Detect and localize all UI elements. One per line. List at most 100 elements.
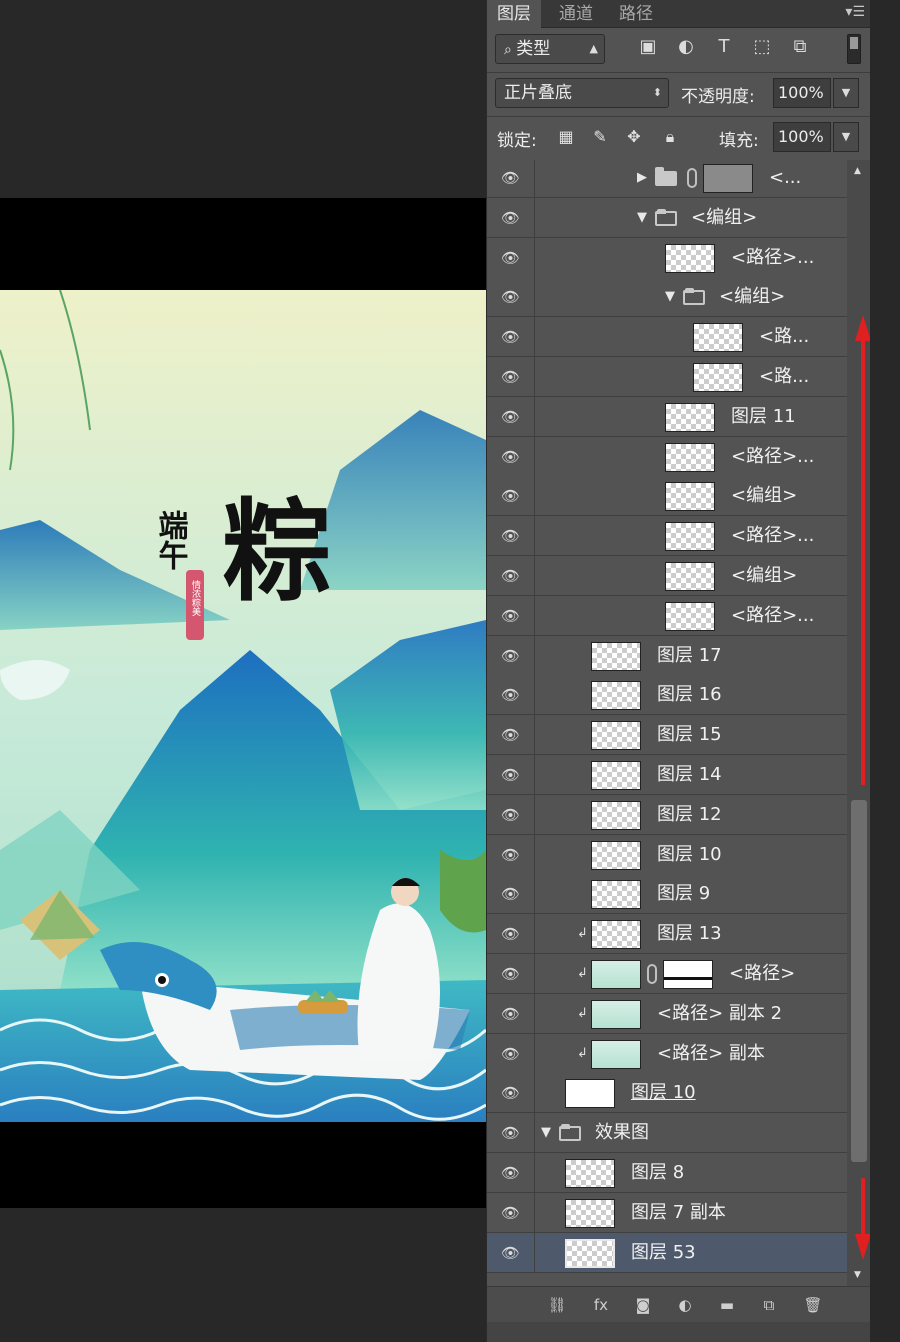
lock-all-icon[interactable]: 🔒︎ xyxy=(659,126,681,148)
layer-row[interactable]: 👁︎ <路径>... xyxy=(487,595,847,636)
blend-mode-select[interactable]: 正片叠底 ⬍ xyxy=(495,78,669,108)
visibility-eye-icon[interactable]: 👁︎ xyxy=(487,874,535,915)
lock-image-pixels-icon[interactable]: ✎ xyxy=(589,126,611,148)
layer-name[interactable]: <路... xyxy=(759,317,809,357)
layer-row[interactable]: 👁︎ <编组> xyxy=(487,476,847,517)
layer-name[interactable]: <路径> 副本 2 xyxy=(657,994,782,1034)
link-layers-icon[interactable]: ⛓ xyxy=(545,1293,569,1317)
layer-thumbnail[interactable] xyxy=(591,721,641,751)
layer-thumbnail[interactable] xyxy=(665,522,715,552)
layer-name[interactable]: 图层 7 副本 xyxy=(631,1193,726,1233)
visibility-eye-icon[interactable]: 👁︎ xyxy=(487,675,535,716)
layer-name[interactable]: <路径>... xyxy=(731,238,814,278)
visibility-eye-icon[interactable]: 👁︎ xyxy=(487,237,535,278)
layer-thumbnail[interactable] xyxy=(665,601,715,631)
layer-row[interactable]: 👁︎ 图层 12 xyxy=(487,794,847,835)
visibility-eye-icon[interactable]: 👁︎ xyxy=(487,160,535,198)
layer-row[interactable]: 👁︎ 图层 8 xyxy=(487,1153,847,1193)
shape-layer-filter-icon[interactable]: ⬚ xyxy=(751,36,773,58)
layer-name[interactable]: 图层 14 xyxy=(657,755,722,795)
layer-row[interactable]: 👁︎ 图层 10 xyxy=(487,1073,847,1114)
scroll-down-icon[interactable]: ▼ xyxy=(854,1270,861,1280)
scrollbar-thumb[interactable] xyxy=(851,800,867,1162)
layer-name[interactable]: 图层 53 xyxy=(631,1233,696,1273)
collapse-triangle-icon[interactable]: ▼ xyxy=(637,198,647,238)
layer-name[interactable]: <路... xyxy=(759,357,809,397)
opacity-input[interactable]: 100% xyxy=(773,78,831,108)
visibility-eye-icon[interactable]: 👁︎ xyxy=(487,715,535,756)
layer-name[interactable]: 图层 11 xyxy=(731,397,796,437)
layer-row[interactable]: 👁︎ 图层 9 xyxy=(487,874,847,915)
visibility-eye-icon[interactable]: 👁︎ xyxy=(487,556,535,596)
layer-thumbnail[interactable] xyxy=(591,1039,641,1069)
layer-thumbnail[interactable] xyxy=(591,641,641,671)
panel-horizontal-scrollbar[interactable] xyxy=(487,1322,871,1342)
layer-thumbnail[interactable] xyxy=(665,243,715,273)
document-canvas[interactable]: 端午 粽 情浓粽美 xyxy=(0,0,486,1342)
layer-name[interactable]: 图层 15 xyxy=(657,715,722,755)
layer-thumbnail[interactable] xyxy=(565,1079,615,1109)
layer-row[interactable]: 👁︎ <路径>... xyxy=(487,436,847,477)
layer-thumbnail[interactable] xyxy=(591,999,641,1029)
layer-thumbnail[interactable] xyxy=(665,562,715,591)
layer-style-fx-icon[interactable]: fx xyxy=(589,1293,613,1317)
layer-name[interactable]: 图层 12 xyxy=(657,795,722,835)
layer-row[interactable]: 👁︎ 图层 7 副本 xyxy=(487,1192,847,1233)
tab-layers[interactable]: 图层 xyxy=(487,0,541,28)
layer-row[interactable]: 👁︎ ▼ <编组> xyxy=(487,197,847,238)
smart-object-filter-icon[interactable]: ⧉ xyxy=(789,36,811,58)
opacity-dropdown-icon[interactable]: ▼ xyxy=(833,78,859,108)
layer-thumbnail[interactable] xyxy=(591,800,641,830)
layer-name[interactable]: <编组> xyxy=(731,476,797,516)
new-layer-icon[interactable]: ⧉ xyxy=(757,1293,781,1317)
layer-row[interactable]: 👁︎ <路... xyxy=(487,317,847,358)
adjustment-layer-icon[interactable]: ◐ xyxy=(673,1293,697,1317)
layer-row[interactable]: 👁︎ 图层 15 xyxy=(487,715,847,756)
filter-kind-select[interactable]: ⌕ 类型 ▲ xyxy=(495,34,605,64)
layer-row[interactable]: 👁︎ 图层 11 xyxy=(487,396,847,437)
layer-row[interactable]: 👁︎ <编组> xyxy=(487,556,847,596)
layer-row[interactable]: 👁︎ ↲ 图层 13 xyxy=(487,914,847,955)
layer-name[interactable]: <路径> xyxy=(729,954,795,994)
layer-thumbnail[interactable] xyxy=(665,402,715,432)
visibility-eye-icon[interactable]: 👁︎ xyxy=(487,197,535,238)
type-layer-filter-icon[interactable]: T xyxy=(713,36,735,58)
layer-mask-thumbnail[interactable] xyxy=(703,164,753,193)
adjustment-layer-filter-icon[interactable]: ◐ xyxy=(675,36,697,58)
visibility-eye-icon[interactable]: 👁︎ xyxy=(487,396,535,437)
add-mask-icon[interactable]: ◙ xyxy=(631,1293,655,1317)
lock-transparent-pixels-icon[interactable]: ▦ xyxy=(555,126,577,148)
layer-thumbnail[interactable] xyxy=(565,1198,615,1228)
layer-thumbnail[interactable] xyxy=(665,442,715,472)
layer-name[interactable]: 图层 8 xyxy=(631,1153,684,1193)
layer-thumbnail[interactable] xyxy=(591,960,641,989)
layer-row[interactable]: 👁︎ <路径>... xyxy=(487,237,847,278)
visibility-eye-icon[interactable]: 👁︎ xyxy=(487,794,535,835)
layer-thumbnail[interactable] xyxy=(591,681,641,711)
layer-row[interactable]: 👁︎ 图层 53 xyxy=(487,1232,847,1273)
layer-row[interactable]: 👁︎ ↲ <路径> xyxy=(487,954,847,994)
layer-thumbnail[interactable] xyxy=(665,482,715,512)
layer-name[interactable]: 图层 17 xyxy=(657,636,722,676)
fill-dropdown-icon[interactable]: ▼ xyxy=(833,122,859,152)
visibility-eye-icon[interactable]: 👁︎ xyxy=(487,993,535,1034)
layer-name[interactable]: <编组> xyxy=(691,198,757,238)
layer-name[interactable]: <编组> xyxy=(719,277,785,317)
layer-row[interactable]: 👁︎ 图层 17 xyxy=(487,635,847,676)
layer-row[interactable]: 👁︎ ↲ <路径> 副本 2 xyxy=(487,993,847,1034)
scroll-up-icon[interactable]: ▲ xyxy=(854,166,861,176)
layer-name[interactable]: 图层 16 xyxy=(657,675,722,715)
visibility-eye-icon[interactable]: 👁︎ xyxy=(487,595,535,636)
visibility-eye-icon[interactable]: 👁︎ xyxy=(487,357,535,397)
layer-row[interactable]: 👁︎ <路... xyxy=(487,357,847,397)
visibility-eye-icon[interactable]: 👁︎ xyxy=(487,1113,535,1154)
layer-thumbnail[interactable] xyxy=(693,323,743,353)
visibility-eye-icon[interactable]: 👁︎ xyxy=(487,834,535,875)
new-group-icon[interactable]: ▬ xyxy=(715,1293,739,1317)
layer-thumbnail[interactable] xyxy=(693,363,743,392)
layer-thumbnail[interactable] xyxy=(565,1238,615,1268)
layer-name[interactable]: <路径> 副本 xyxy=(657,1034,765,1074)
fill-input[interactable]: 100% xyxy=(773,122,831,152)
layer-name[interactable]: 图层 9 xyxy=(657,874,710,914)
layer-row[interactable]: 👁︎ <路径>... xyxy=(487,516,847,557)
